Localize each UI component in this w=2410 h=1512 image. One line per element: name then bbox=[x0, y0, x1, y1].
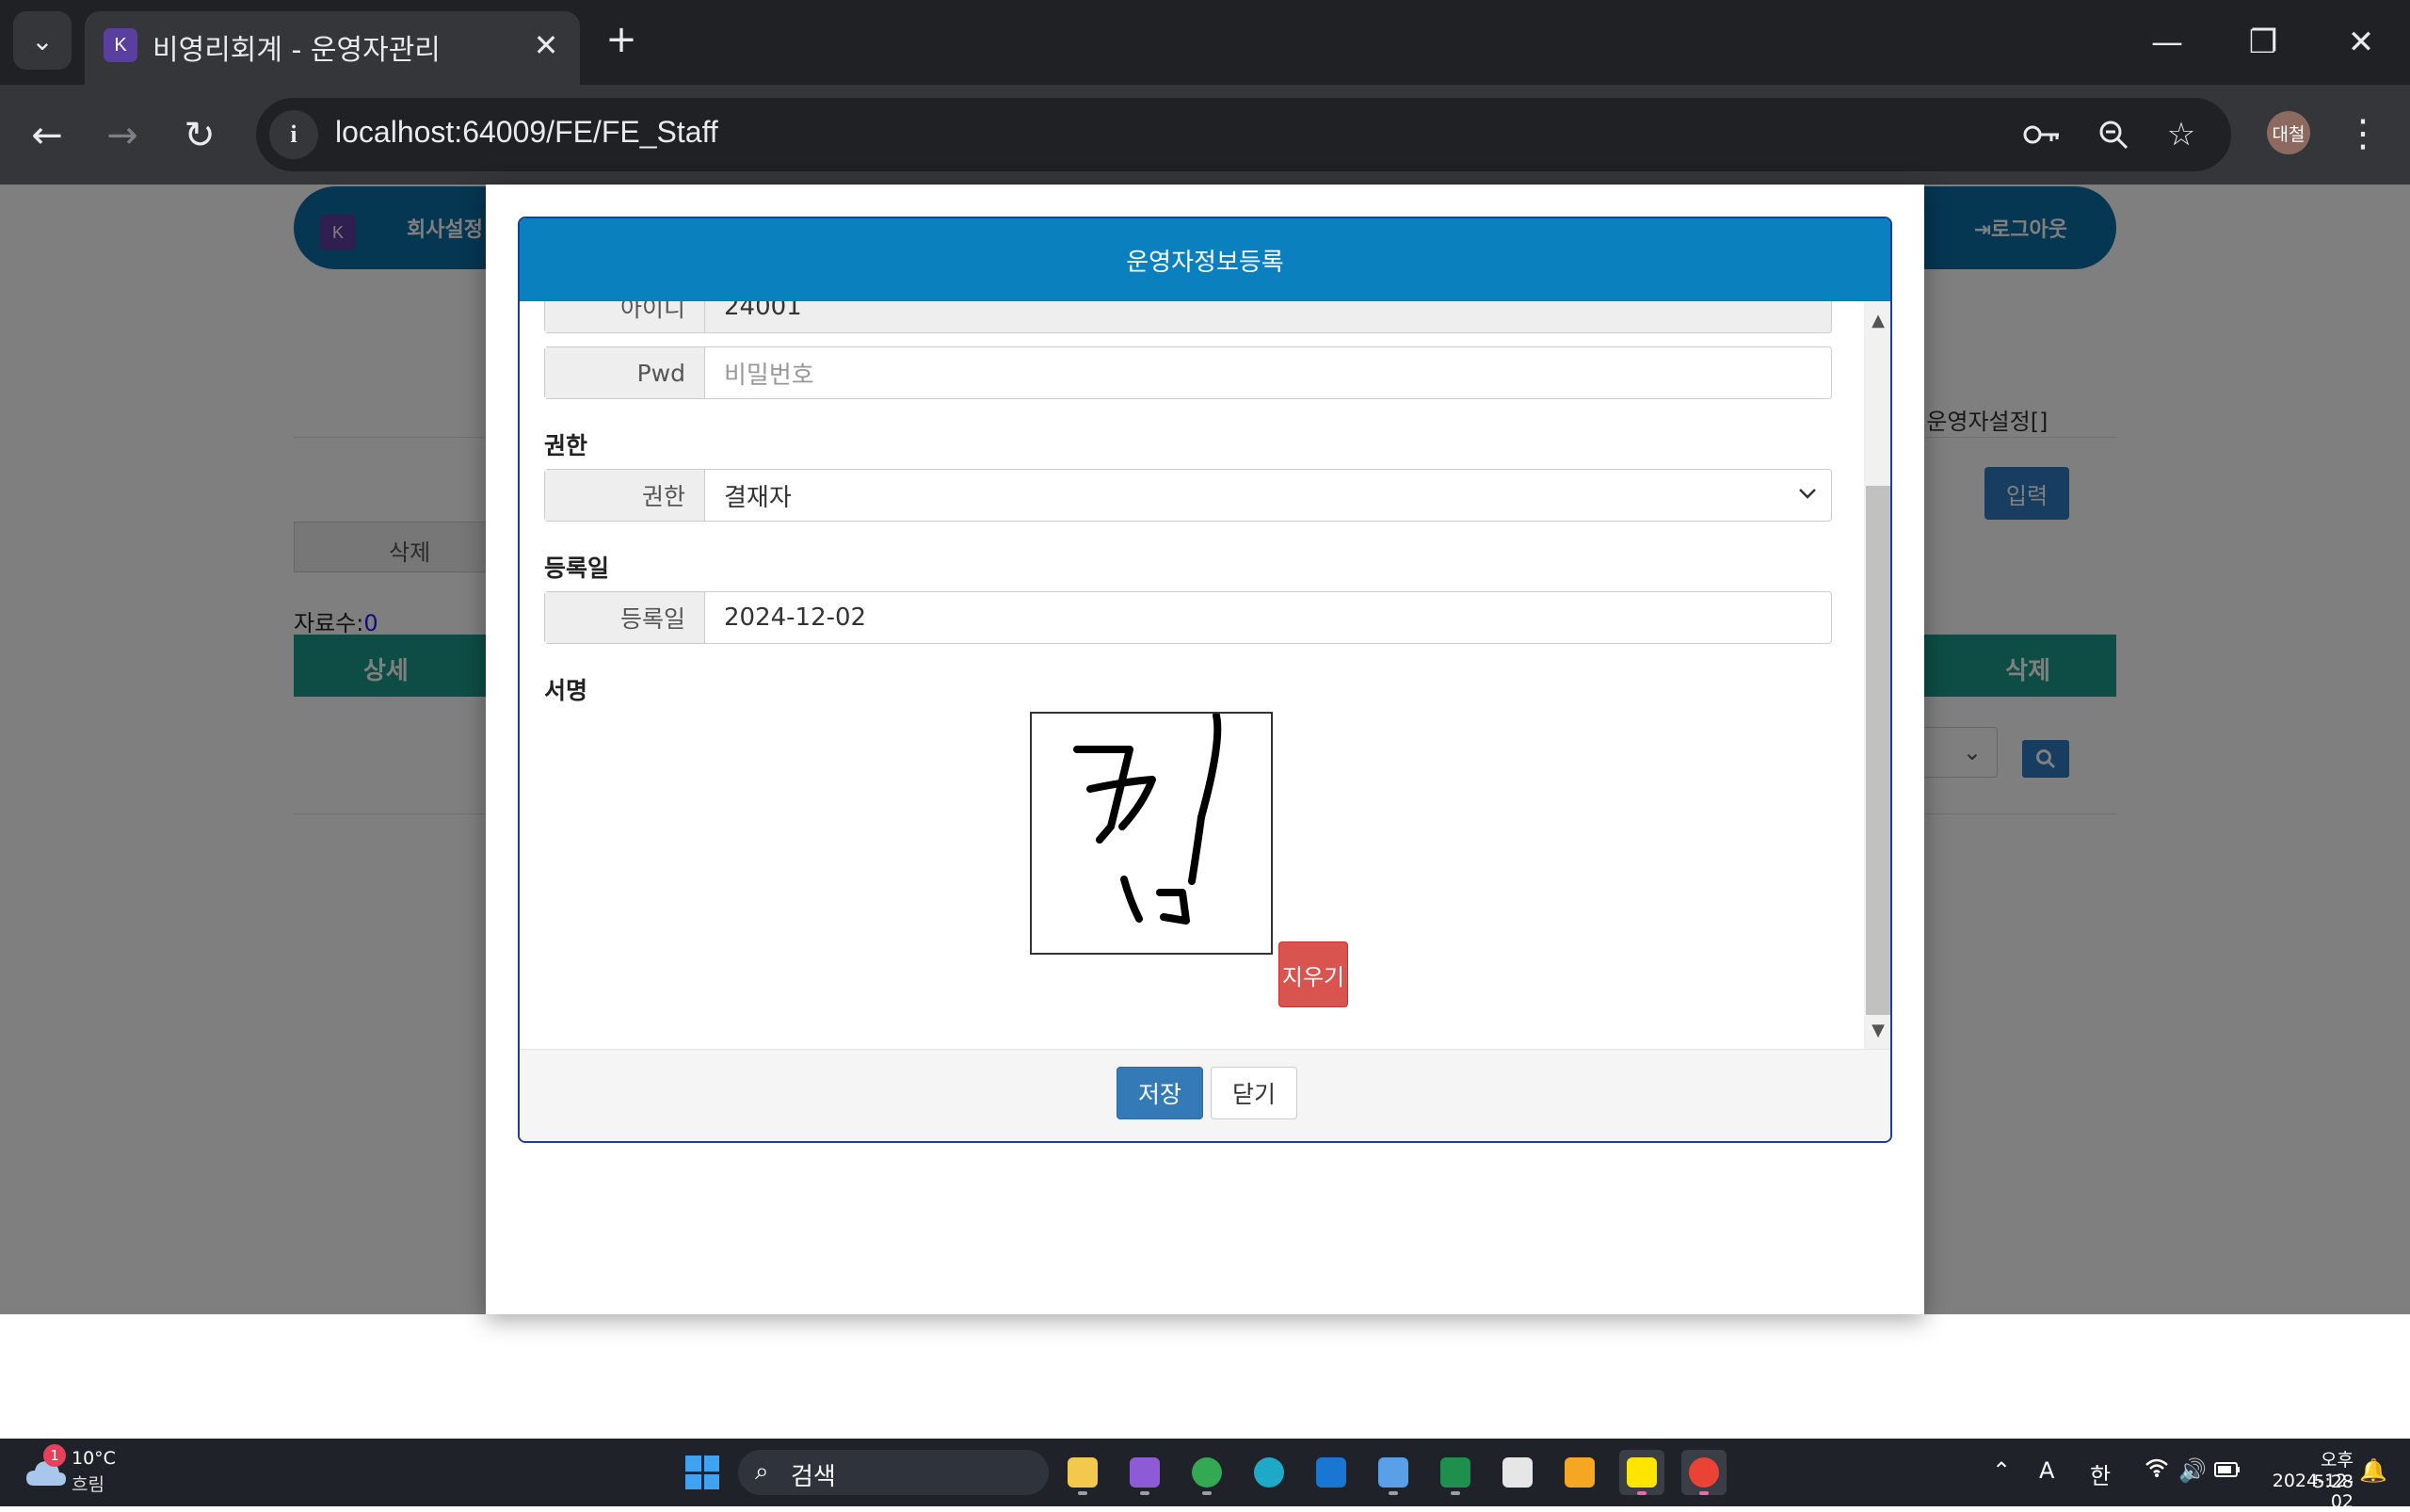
browser-menu-icon[interactable]: ⋮ bbox=[2340, 109, 2386, 158]
tab-search-chevron-icon[interactable]: ⌄ bbox=[13, 11, 72, 70]
url-text[interactable]: localhost:64009/FE/FE_Staff bbox=[335, 115, 718, 150]
clock-date[interactable]: 2024-12-02 bbox=[2254, 1471, 2354, 1512]
dialog-body: 아이디 24001 Pwd 비밀번호 권한 권한 결재자 등록일 등록일 202… bbox=[520, 301, 1864, 1049]
chrome-icon[interactable] bbox=[1681, 1450, 1727, 1495]
window-close-icon[interactable]: ✕ bbox=[2331, 13, 2391, 72]
id-field[interactable]: 24001 bbox=[724, 301, 802, 332]
cbs-icon[interactable] bbox=[1557, 1450, 1602, 1495]
back-arrow-icon[interactable]: ← bbox=[21, 109, 73, 162]
tab-close-icon[interactable]: ✕ bbox=[525, 24, 567, 66]
regdate-section-title: 등록일 bbox=[544, 555, 610, 582]
site-info-icon[interactable]: i bbox=[269, 110, 318, 159]
bookmark-star-icon[interactable]: ☆ bbox=[2158, 111, 2205, 158]
profile-avatar[interactable]: 대철 bbox=[2267, 111, 2310, 154]
close-button[interactable]: 닫기 bbox=[1211, 1067, 1297, 1119]
scroll-down-arrow-icon[interactable]: ▼ bbox=[1864, 1019, 1890, 1041]
role-label: 권한 bbox=[545, 470, 705, 521]
regdate-label: 등록일 bbox=[545, 592, 705, 643]
new-tab-plus-icon[interactable]: + bbox=[599, 17, 644, 62]
tab-favicon-icon: K bbox=[104, 28, 137, 62]
pwd-label: Pwd bbox=[545, 347, 705, 398]
signature-section-title: 서명 bbox=[544, 677, 588, 704]
notepad-icon[interactable] bbox=[1371, 1450, 1416, 1495]
zoom-icon[interactable] bbox=[2090, 111, 2137, 158]
search-icon: ⌕ bbox=[755, 1457, 769, 1486]
browser-tab-strip: ⌄ K 비영리회계 - 운영자관리 ✕ + — ❐ ✕ bbox=[0, 0, 2410, 85]
tray-chevron-up-icon[interactable]: ⌃ bbox=[1992, 1457, 2011, 1484]
scroll-up-arrow-icon[interactable]: ▲ bbox=[1864, 309, 1890, 331]
role-select[interactable]: 결재자 bbox=[724, 470, 792, 521]
battery-icon[interactable] bbox=[2214, 1457, 2241, 1484]
minimize-icon[interactable]: — bbox=[2137, 13, 2197, 72]
reload-icon[interactable]: ↻ bbox=[173, 109, 226, 162]
weather-condition[interactable]: 흐림 bbox=[72, 1471, 104, 1496]
weather-temperature[interactable]: 10°C bbox=[72, 1448, 116, 1469]
password-field[interactable]: 비밀번호 bbox=[724, 347, 814, 398]
clear-signature-button[interactable]: 지우기 bbox=[1278, 941, 1348, 1007]
staff-register-dialog: 운영자정보등록 아이디 24001 Pwd 비밀번호 권한 권한 결재자 등록일… bbox=[518, 217, 1892, 1143]
dialog-footer: 저장 닫기 bbox=[520, 1049, 1890, 1141]
address-bar[interactable]: i localhost:64009/FE/FE_Staff ☆ bbox=[256, 98, 2231, 171]
edge-icon[interactable] bbox=[1246, 1450, 1292, 1495]
file-explorer-icon[interactable] bbox=[1060, 1450, 1105, 1495]
tab-title: 비영리회계 - 운영자관리 bbox=[153, 34, 441, 67]
restore-icon[interactable]: ❐ bbox=[2233, 13, 2293, 72]
pwd-field-row: Pwd 비밀번호 bbox=[544, 346, 1832, 399]
dialog-title: 운영자정보등록 bbox=[520, 218, 1890, 301]
dialog-scrollbar[interactable]: ▲ ▼ bbox=[1864, 301, 1890, 1049]
signature-drawing bbox=[1073, 712, 1222, 925]
windows-start-icon[interactable] bbox=[685, 1456, 719, 1489]
regdate-field[interactable]: 2024-12-02 bbox=[724, 592, 866, 643]
password-key-icon[interactable] bbox=[2018, 111, 2065, 158]
role-field-row: 권한 결재자 bbox=[544, 469, 1832, 522]
id-field-row: 아이디 24001 bbox=[544, 301, 1832, 333]
weather-badge: 1 bbox=[43, 1444, 66, 1467]
save-button[interactable]: 저장 bbox=[1117, 1067, 1203, 1119]
taskbar-search-label: 검색 bbox=[791, 1463, 836, 1491]
browser-toolbar: ← → ↻ i localhost:64009/FE/FE_Staff ☆ 대철… bbox=[0, 85, 2410, 185]
browser-tab-active[interactable]: K 비영리회계 - 운영자관리 ✕ bbox=[85, 11, 580, 85]
visual-studio-icon[interactable] bbox=[1122, 1450, 1167, 1495]
ime-mode-a[interactable]: A bbox=[2039, 1457, 2054, 1484]
signature-pad[interactable] bbox=[1030, 712, 1273, 955]
outlook-icon[interactable] bbox=[1309, 1450, 1354, 1495]
chevron-down-icon[interactable] bbox=[1797, 483, 1818, 509]
kakaotalk-icon[interactable] bbox=[1619, 1450, 1664, 1495]
scrollbar-thumb[interactable] bbox=[1866, 486, 1890, 1015]
regdate-field-row: 등록일 2024-12-02 bbox=[544, 591, 1832, 644]
windows-taskbar: 1 10°C 흐림 ⌕ 검색 ⌃ A 한 🔊 오후 5:28 2024-12-0… bbox=[0, 1439, 2410, 1512]
ime-language[interactable]: 한 bbox=[2090, 1457, 2111, 1490]
taskbar-search[interactable]: ⌕ 검색 bbox=[738, 1450, 1049, 1495]
excel-icon[interactable] bbox=[1433, 1450, 1478, 1495]
notification-bell-icon[interactable]: 🔔 bbox=[2359, 1457, 2387, 1484]
id-label: 아이디 bbox=[545, 301, 705, 332]
role-section-title: 권한 bbox=[544, 432, 588, 459]
wifi-icon[interactable] bbox=[2145, 1457, 2169, 1484]
forward-arrow-icon[interactable]: → bbox=[96, 109, 149, 162]
files-icon[interactable] bbox=[1495, 1450, 1540, 1495]
chrome-profile-icon[interactable] bbox=[1184, 1450, 1229, 1495]
volume-icon[interactable]: 🔊 bbox=[2178, 1457, 2207, 1484]
